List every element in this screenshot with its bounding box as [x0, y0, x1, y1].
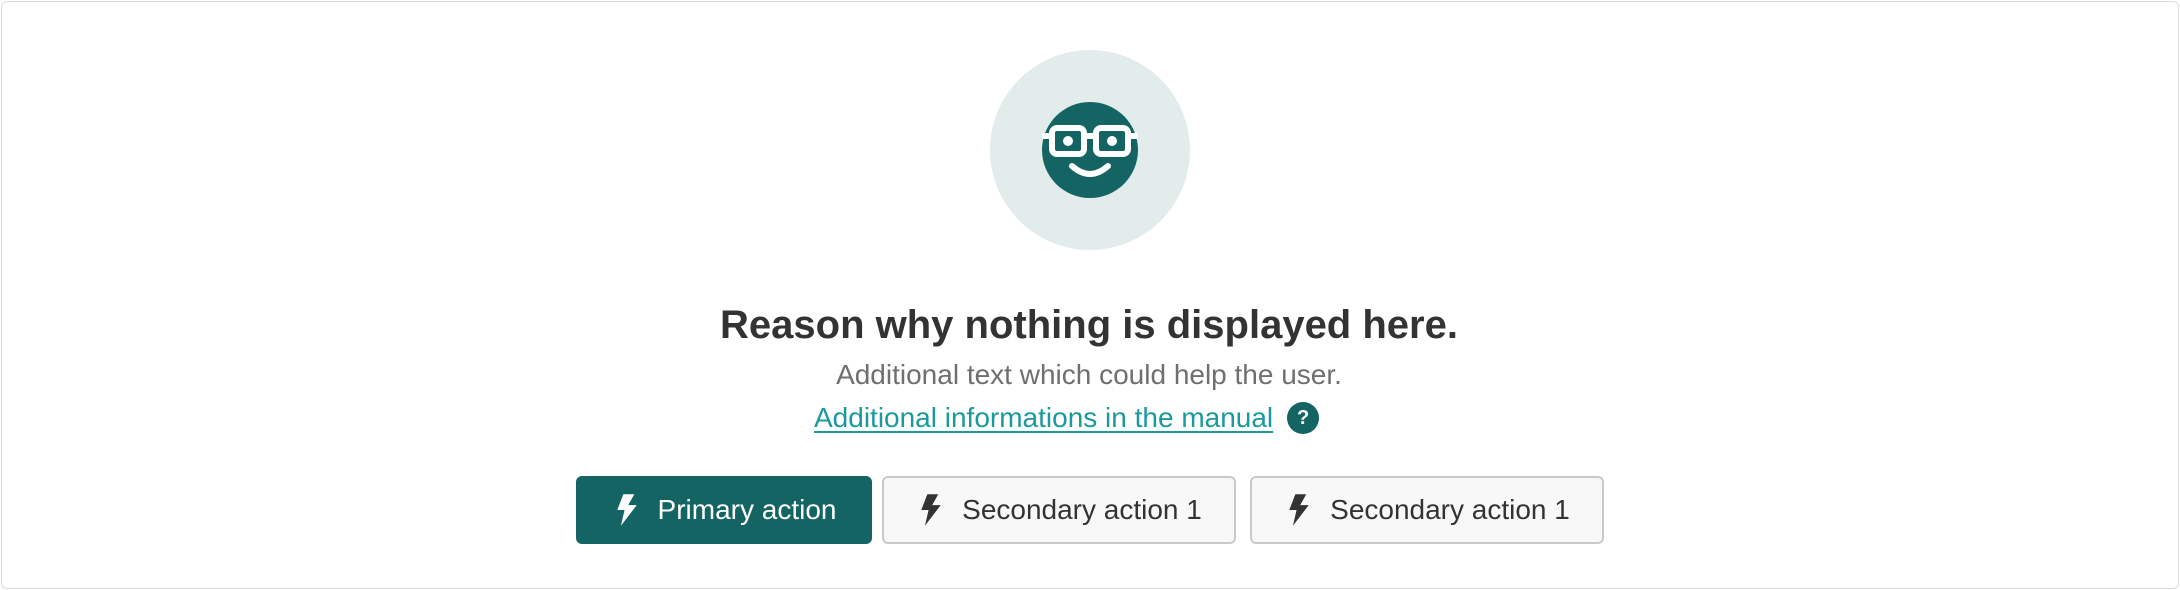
- bolt-icon: [921, 494, 941, 526]
- illustration-circle: [990, 50, 1190, 250]
- primary-action-button[interactable]: Primary action: [576, 476, 872, 544]
- nerd-face-icon: [1042, 102, 1138, 198]
- secondary-action-label-2: Secondary action 1: [1330, 494, 1570, 525]
- secondary-action-button-2[interactable]: Secondary action 1: [1250, 476, 1604, 544]
- secondary-action-label-1: Secondary action 1: [962, 494, 1202, 525]
- help-icon[interactable]: ?: [1287, 402, 1320, 434]
- bolt-icon: [1289, 494, 1309, 526]
- empty-state-title: Reason why nothing is displayed here.: [720, 303, 1458, 347]
- secondary-action-button-1[interactable]: Secondary action 1: [882, 476, 1236, 544]
- primary-action-label: Primary action: [657, 494, 837, 525]
- bolt-icon: [616, 494, 637, 526]
- empty-state: Reason why nothing is displayed here. Ad…: [0, 0, 2178, 588]
- help-row: Additional informations in the manual ?: [814, 400, 1320, 436]
- manual-link[interactable]: Additional informations in the manual: [814, 401, 1273, 435]
- empty-state-subtitle: Additional text which could help the use…: [836, 359, 1342, 390]
